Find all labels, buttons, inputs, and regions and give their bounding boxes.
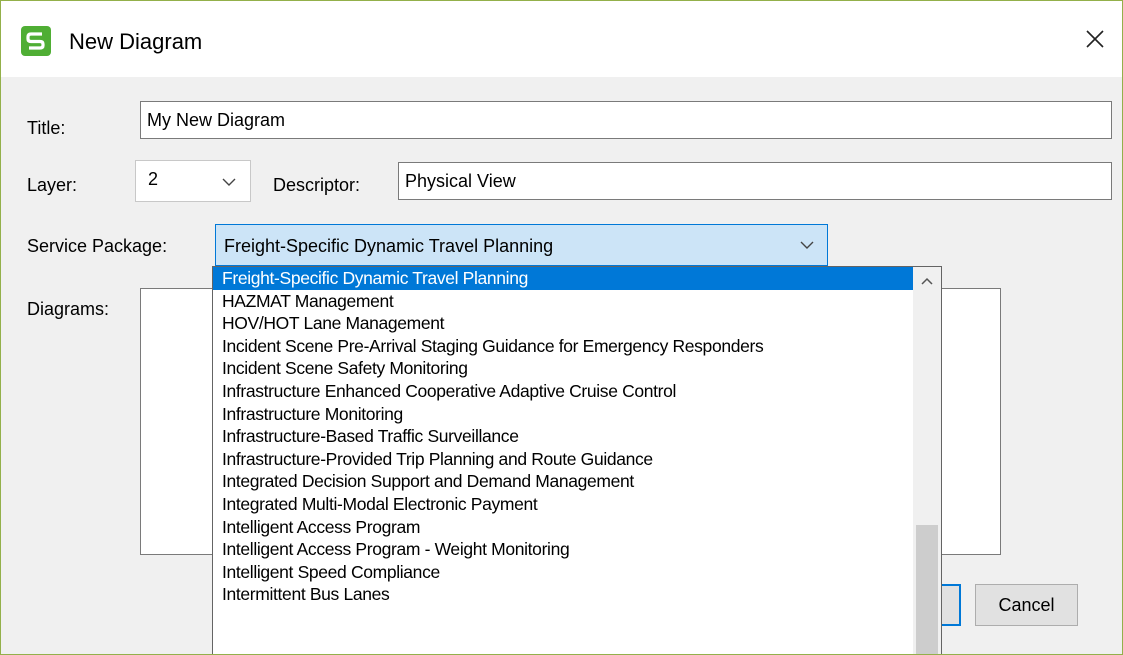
- layer-select[interactable]: 2: [135, 160, 251, 202]
- dropdown-item[interactable]: Infrastructure Monitoring: [213, 403, 913, 426]
- title-input[interactable]: My New Diagram: [140, 101, 1112, 139]
- scroll-up-button[interactable]: [913, 267, 941, 295]
- dropdown-item[interactable]: Freight-Specific Dynamic Travel Planning: [213, 267, 913, 290]
- dropdown-item[interactable]: Intelligent Access Program: [213, 516, 913, 539]
- chevron-up-icon: [921, 277, 933, 285]
- dropdown-item[interactable]: HOV/HOT Lane Management: [213, 312, 913, 335]
- dropdown-scrollbar[interactable]: [913, 267, 941, 654]
- descriptor-label: Descriptor:: [273, 175, 361, 195]
- app-logo-icon: [21, 26, 51, 56]
- dropdown-list: Freight-Specific Dynamic Travel Planning…: [213, 267, 913, 606]
- chevron-down-icon: [222, 178, 236, 186]
- dropdown-item[interactable]: Integrated Multi-Modal Electronic Paymen…: [213, 493, 913, 516]
- title-label: Title:: [27, 118, 66, 138]
- dropdown-item[interactable]: Integrated Decision Support and Demand M…: [213, 470, 913, 493]
- scroll-thumb[interactable]: [916, 525, 938, 654]
- descriptor-input[interactable]: Physical View: [398, 162, 1112, 200]
- service-package-value: Freight-Specific Dynamic Travel Planning: [224, 236, 554, 256]
- dropdown-item[interactable]: Intelligent Access Program - Weight Moni…: [213, 538, 913, 561]
- dropdown-item[interactable]: Infrastructure-Provided Trip Planning an…: [213, 448, 913, 471]
- title-bar: New Diagram: [1, 1, 1122, 77]
- dropdown-item[interactable]: HAZMAT Management: [213, 290, 913, 313]
- layer-label: Layer:: [27, 175, 78, 195]
- dropdown-item[interactable]: Intermittent Bus Lanes: [213, 583, 913, 606]
- service-package-dropdown[interactable]: Freight-Specific Dynamic Travel Planning…: [212, 266, 942, 654]
- dropdown-item[interactable]: Infrastructure Enhanced Cooperative Adap…: [213, 380, 913, 403]
- service-package-select[interactable]: Freight-Specific Dynamic Travel Planning: [215, 224, 828, 266]
- chevron-down-icon: [800, 241, 814, 249]
- dropdown-item[interactable]: Intelligent Speed Compliance: [213, 561, 913, 584]
- close-button[interactable]: [1068, 15, 1122, 63]
- dialog-title: New Diagram: [69, 29, 203, 54]
- service-package-label: Service Package:: [27, 236, 168, 256]
- layer-value: 2: [148, 169, 159, 189]
- dropdown-item[interactable]: Incident Scene Safety Monitoring: [213, 357, 913, 380]
- close-icon: [1086, 30, 1104, 48]
- dropdown-item[interactable]: Incident Scene Pre-Arrival Staging Guida…: [213, 335, 913, 358]
- dropdown-item[interactable]: Infrastructure-Based Traffic Surveillanc…: [213, 425, 913, 448]
- diagrams-label: Diagrams:: [27, 299, 110, 319]
- new-diagram-dialog: New Diagram Title: My New Diagram Layer:…: [0, 0, 1123, 655]
- cancel-button[interactable]: Cancel: [975, 584, 1078, 626]
